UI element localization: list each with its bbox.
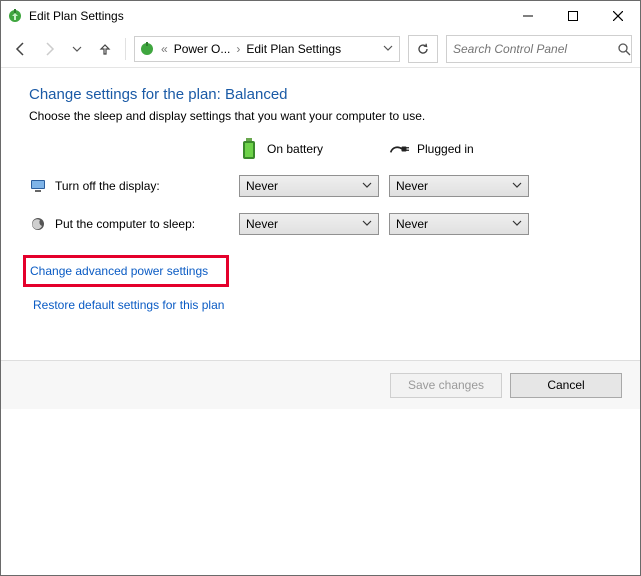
save-changes-button[interactable]: Save changes <box>390 373 502 398</box>
back-button[interactable] <box>9 37 33 61</box>
dropdown-value: Never <box>396 217 428 231</box>
content-area: Change settings for the plan: Balanced C… <box>1 68 640 360</box>
chevron-right-icon[interactable]: › <box>234 42 242 56</box>
row-turn-off-display: Turn off the display: Never Never <box>29 175 612 197</box>
breadcrumb-overflow-icon[interactable]: « <box>159 42 170 56</box>
app-icon <box>7 8 23 24</box>
refresh-button[interactable] <box>408 35 438 63</box>
chevron-down-icon <box>512 179 522 193</box>
sleep-battery-dropdown[interactable]: Never <box>239 213 379 235</box>
sleep-plugged-dropdown[interactable]: Never <box>389 213 529 235</box>
cancel-button[interactable]: Cancel <box>510 373 622 398</box>
search-input[interactable] <box>447 42 616 56</box>
column-on-battery: On battery <box>239 137 389 161</box>
page-heading: Change settings for the plan: Balanced <box>29 86 612 103</box>
breadcrumb-segment[interactable]: Power O... <box>174 42 231 56</box>
recent-locations-button[interactable] <box>65 37 89 61</box>
up-button[interactable] <box>93 37 117 61</box>
sleep-icon <box>29 215 47 233</box>
dropdown-value: Never <box>246 179 278 193</box>
column-plugged-in: Plugged in <box>389 137 539 161</box>
link-restore-defaults[interactable]: Restore default settings for this plan <box>29 295 228 315</box>
display-battery-dropdown[interactable]: Never <box>239 175 379 197</box>
chevron-down-icon <box>362 217 372 231</box>
column-headers: On battery Plugged in <box>29 137 612 161</box>
chevron-down-icon <box>512 217 522 231</box>
column-label: On battery <box>267 142 323 156</box>
window: Edit Plan Settings <box>0 0 641 576</box>
row-sleep: Put the computer to sleep: Never Never <box>29 213 612 235</box>
title-text: Edit Plan Settings <box>29 9 124 23</box>
search-button[interactable] <box>616 37 631 61</box>
close-button[interactable] <box>595 2 640 31</box>
link-advanced-power-settings[interactable]: Change advanced power settings <box>23 255 229 287</box>
button-bar: Save changes Cancel <box>1 360 640 409</box>
search-box[interactable] <box>446 35 632 63</box>
plug-icon <box>389 137 409 161</box>
chevron-down-icon <box>362 179 372 193</box>
display-icon <box>29 177 47 195</box>
dropdown-value: Never <box>246 217 278 231</box>
address-dropdown-button[interactable] <box>381 42 395 56</box>
row-label: Put the computer to sleep: <box>55 217 195 231</box>
minimize-button[interactable] <box>505 2 550 31</box>
toolbar-separator <box>125 38 126 60</box>
column-label: Plugged in <box>417 142 474 156</box>
battery-icon <box>239 137 259 161</box>
display-plugged-dropdown[interactable]: Never <box>389 175 529 197</box>
bottom-padding <box>1 409 640 575</box>
dropdown-value: Never <box>396 179 428 193</box>
row-label: Turn off the display: <box>55 179 160 193</box>
power-options-icon <box>139 41 155 57</box>
address-bar[interactable]: « Power O... › Edit Plan Settings <box>134 36 400 62</box>
page-subtext: Choose the sleep and display settings th… <box>29 109 612 123</box>
toolbar: « Power O... › Edit Plan Settings <box>1 31 640 68</box>
titlebar: Edit Plan Settings <box>1 1 640 31</box>
links-section: Change advanced power settings Restore d… <box>29 255 612 315</box>
forward-button[interactable] <box>37 37 61 61</box>
maximize-button[interactable] <box>550 2 595 31</box>
breadcrumb-segment[interactable]: Edit Plan Settings <box>246 42 341 56</box>
